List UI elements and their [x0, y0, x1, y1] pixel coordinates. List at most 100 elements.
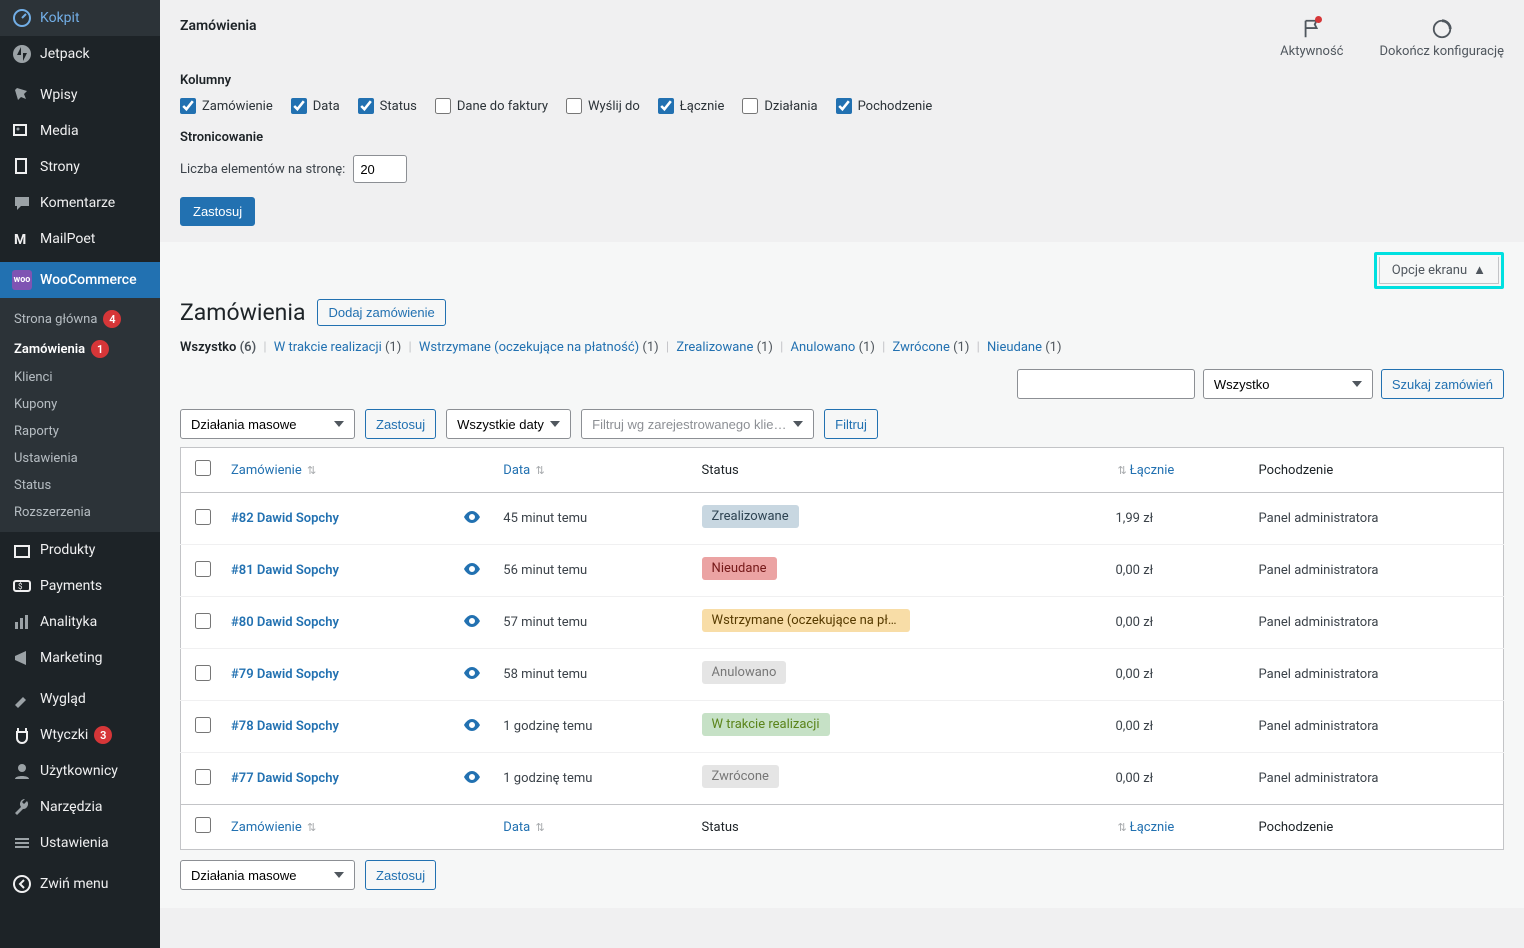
sub-home[interactable]: Strona główna4: [0, 304, 160, 334]
apply-screen-options-button[interactable]: Zastosuj: [180, 197, 255, 226]
sidebar-item-woocommerce[interactable]: wooWooCommerce: [0, 262, 160, 298]
sub-status[interactable]: Status: [0, 472, 160, 499]
bulk-actions-select-bottom[interactable]: Działania masowe: [180, 860, 355, 890]
sidebar-item-tools[interactable]: Narzędzia: [0, 789, 160, 825]
sub-customers[interactable]: Klienci: [0, 364, 160, 391]
sidebar-item-jetpack[interactable]: Jetpack: [0, 36, 160, 72]
status-filter-link[interactable]: Zrealizowane (1): [676, 340, 773, 355]
order-link[interactable]: #81 Dawid Sopchy: [231, 563, 339, 578]
status-filter-link[interactable]: Zwrócone (1): [893, 340, 970, 355]
add-order-button[interactable]: Dodaj zamówienie: [317, 299, 445, 326]
sub-extensions[interactable]: Rozszerzenia: [0, 499, 160, 526]
table-row[interactable]: #79 Dawid Sopchy58 minut temuAnulowano0,…: [181, 649, 1504, 701]
col-order-header[interactable]: Zamówienie ⇅: [221, 448, 453, 493]
sidebar-item-posts[interactable]: Wpisy: [0, 77, 160, 113]
screen-options-toggle[interactable]: Opcje ekranu ▲: [1379, 257, 1499, 284]
bulk-actions-select[interactable]: Działania masowe: [180, 409, 355, 439]
column-checkbox[interactable]: [358, 98, 374, 114]
column-checkbox[interactable]: [291, 98, 307, 114]
sidebar-item-settings[interactable]: Ustawienia: [0, 825, 160, 861]
column-checkbox[interactable]: [836, 98, 852, 114]
row-checkbox[interactable]: [195, 613, 211, 629]
sidebar-item-payments[interactable]: $Payments: [0, 568, 160, 604]
apply-bulk-button[interactable]: Zastosuj: [365, 409, 436, 439]
sub-reports[interactable]: Raporty: [0, 418, 160, 445]
table-row[interactable]: #81 Dawid Sopchy56 minut temuNieudane0,0…: [181, 545, 1504, 597]
preview-icon[interactable]: [463, 772, 481, 787]
column-toggle[interactable]: Działania: [742, 98, 817, 114]
sidebar-item-marketing[interactable]: Marketing: [0, 640, 160, 676]
order-link[interactable]: #80 Dawid Sopchy: [231, 615, 339, 630]
col-order-footer[interactable]: Zamówienie ⇅: [221, 805, 453, 850]
column-checkbox[interactable]: [180, 98, 196, 114]
search-input[interactable]: [1017, 369, 1195, 399]
column-checkbox[interactable]: [566, 98, 582, 114]
column-toggle[interactable]: Data: [291, 98, 340, 114]
filter-button[interactable]: Filtruj: [824, 409, 878, 439]
sidebar-item-comments[interactable]: Komentarze: [0, 185, 160, 221]
column-toggle[interactable]: Zamówienie: [180, 98, 273, 114]
order-link[interactable]: #77 Dawid Sopchy: [231, 771, 339, 786]
sidebar-item-media[interactable]: Media: [0, 113, 160, 149]
column-checkbox[interactable]: [435, 98, 451, 114]
order-total: 0,00 zł: [1106, 753, 1249, 805]
preview-icon[interactable]: [463, 668, 481, 683]
sidebar-item-analytics[interactable]: Analityka: [0, 604, 160, 640]
apply-bulk-button-bottom[interactable]: Zastosuj: [365, 860, 436, 890]
search-orders-button[interactable]: Szukaj zamówień: [1381, 369, 1504, 399]
sub-coupons[interactable]: Kupony: [0, 391, 160, 418]
order-link[interactable]: #78 Dawid Sopchy: [231, 719, 339, 734]
finish-setup-button[interactable]: Dokończ konfigurację: [1380, 18, 1505, 59]
select-all-checkbox-footer[interactable]: [195, 817, 211, 833]
per-page-input[interactable]: [353, 155, 407, 183]
sidebar-item-pages[interactable]: Strony: [0, 149, 160, 185]
sidebar-item-mailpoet[interactable]: MMailPoet: [0, 221, 160, 257]
sidebar-item-dashboard[interactable]: Kokpit: [0, 0, 160, 36]
date-filter-select[interactable]: Wszystkie daty: [446, 409, 571, 439]
activity-button[interactable]: Aktywność: [1280, 18, 1343, 59]
customer-type-filter[interactable]: Wszystko: [1203, 369, 1373, 399]
column-checkbox[interactable]: [742, 98, 758, 114]
sidebar-item-appearance[interactable]: Wygląd: [0, 681, 160, 717]
status-filter-link[interactable]: Nieudane (1): [987, 340, 1062, 355]
col-date-header[interactable]: Data ⇅: [493, 448, 691, 493]
column-toggle[interactable]: Łącznie: [658, 98, 725, 114]
column-toggle[interactable]: Dane do faktury: [435, 98, 548, 114]
sidebar-label: Wygląd: [40, 691, 86, 707]
table-row[interactable]: #77 Dawid Sopchy1 godzinę temuZwrócone0,…: [181, 753, 1504, 805]
table-row[interactable]: #80 Dawid Sopchy57 minut temuWstrzymane …: [181, 597, 1504, 649]
row-checkbox[interactable]: [195, 717, 211, 733]
order-link[interactable]: #79 Dawid Sopchy: [231, 667, 339, 682]
col-total-header[interactable]: ⇅Łącznie: [1106, 448, 1249, 493]
status-filter-link[interactable]: Anulowano (1): [791, 340, 875, 355]
col-total-footer[interactable]: ⇅Łącznie: [1106, 805, 1249, 850]
row-checkbox[interactable]: [195, 665, 211, 681]
column-toggle[interactable]: Status: [358, 98, 417, 114]
sidebar-item-products[interactable]: Produkty: [0, 532, 160, 568]
column-toggle[interactable]: Pochodzenie: [836, 98, 933, 114]
sidebar-collapse[interactable]: Zwiń menu: [0, 866, 160, 902]
status-filter-link[interactable]: Wszystko (6): [180, 340, 256, 355]
sidebar-item-plugins[interactable]: Wtyczki3: [0, 717, 160, 753]
customer-filter-select[interactable]: Filtruj wg zarejestrowanego klie…: [581, 409, 814, 439]
column-toggle[interactable]: Wyślij do: [566, 98, 640, 114]
row-checkbox[interactable]: [195, 561, 211, 577]
sidebar-item-users[interactable]: Użytkownicy: [0, 753, 160, 789]
status-filter-link[interactable]: Wstrzymane (oczekujące na płatność) (1): [419, 340, 659, 355]
column-checkbox[interactable]: [658, 98, 674, 114]
table-row[interactable]: #78 Dawid Sopchy1 godzinę temuW trakcie …: [181, 701, 1504, 753]
badge: 3: [94, 726, 112, 744]
sub-orders[interactable]: Zamówienia1: [0, 334, 160, 364]
sub-settings[interactable]: Ustawienia: [0, 445, 160, 472]
status-filter-link[interactable]: W trakcie realizacji (1): [274, 340, 401, 355]
row-checkbox[interactable]: [195, 509, 211, 525]
order-link[interactable]: #82 Dawid Sopchy: [231, 511, 339, 526]
preview-icon[interactable]: [463, 512, 481, 527]
table-row[interactable]: #82 Dawid Sopchy45 minut temuZrealizowan…: [181, 493, 1504, 545]
row-checkbox[interactable]: [195, 769, 211, 785]
preview-icon[interactable]: [463, 616, 481, 631]
preview-icon[interactable]: [463, 564, 481, 579]
select-all-checkbox[interactable]: [195, 460, 211, 476]
col-date-footer[interactable]: Data ⇅: [493, 805, 691, 850]
preview-icon[interactable]: [463, 720, 481, 735]
